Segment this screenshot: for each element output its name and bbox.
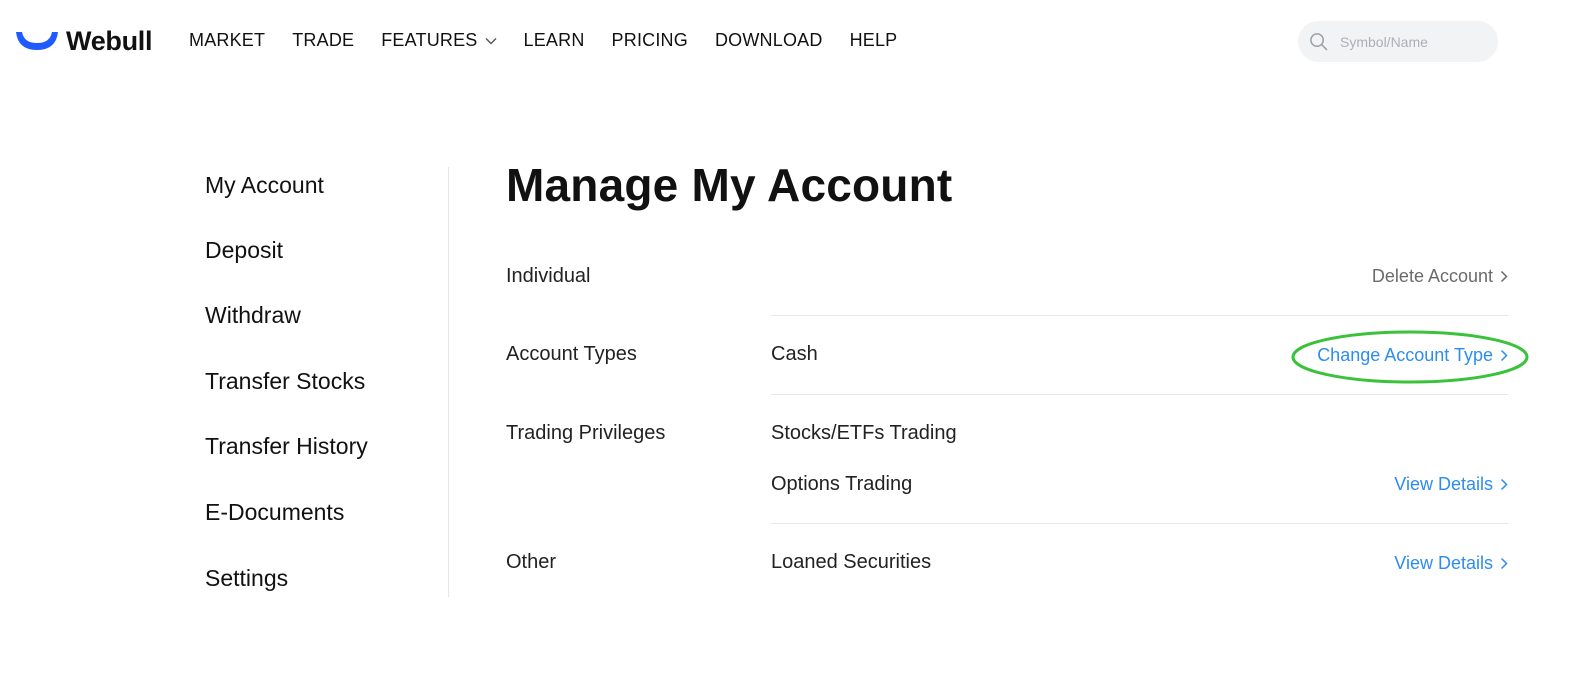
account-owner-type: Individual	[506, 265, 591, 287]
account-sidebar: My Account Deposit Withdraw Transfer Sto…	[205, 167, 449, 597]
nav-item-features[interactable]: FEATURES	[381, 30, 497, 51]
divider	[771, 315, 1508, 316]
divider	[771, 394, 1508, 395]
chevron-right-icon	[1500, 557, 1508, 570]
delete-account-link[interactable]: Delete Account	[1372, 266, 1508, 287]
nav-label: DOWNLOAD	[714, 30, 823, 50]
nav-label: MARKET	[189, 30, 266, 50]
sidebar-item-e-documents[interactable]: E-Documents	[205, 499, 344, 526]
nav-label: PRICING	[611, 30, 688, 50]
nav-item-pricing[interactable]: PRICING	[612, 30, 688, 51]
link-label: Change Account Type	[1317, 345, 1493, 365]
sidebar-item-transfer-stocks[interactable]: Transfer Stocks	[205, 368, 365, 395]
link-label: Delete Account	[1371, 266, 1493, 286]
account-types-label: Account Types	[506, 343, 637, 365]
webull-logo[interactable]: Webull	[14, 25, 153, 56]
sidebar-item-my-account[interactable]: My Account	[205, 172, 324, 199]
change-account-type-link[interactable]: Change Account Type	[1317, 345, 1508, 366]
options-trading-value: Options Trading	[771, 473, 913, 495]
top-nav-bar: Webull MARKET TRADE FEATURES LEARN PRICI…	[0, 0, 1585, 84]
chevron-down-icon	[485, 37, 497, 44]
search-input[interactable]	[1340, 33, 1490, 50]
nav-label: HELP	[849, 30, 898, 50]
search-box[interactable]	[1298, 21, 1498, 62]
sidebar-item-deposit[interactable]: Deposit	[205, 237, 283, 264]
main-nav: MARKET TRADE FEATURES LEARN PRICING DOWN…	[189, 30, 924, 51]
loaned-securities-view-details-link[interactable]: View Details	[1394, 553, 1508, 574]
chevron-right-icon	[1500, 349, 1508, 362]
logo-text: Webull	[66, 25, 153, 56]
nav-item-market[interactable]: MARKET	[189, 30, 265, 51]
nav-item-trade[interactable]: TRADE	[292, 30, 354, 51]
loaned-securities-value: Loaned Securities	[771, 551, 932, 573]
trading-privileges-label: Trading Privileges	[506, 422, 666, 444]
nav-label: FEATURES	[381, 30, 478, 50]
chevron-right-icon	[1500, 478, 1508, 491]
account-type-value: Cash	[771, 343, 818, 365]
nav-label: TRADE	[292, 30, 355, 50]
sidebar-item-transfer-history[interactable]: Transfer History	[205, 433, 368, 460]
link-label: View Details	[1394, 553, 1493, 573]
stocks-etfs-trading-value: Stocks/ETFs Trading	[771, 422, 957, 444]
other-label: Other	[506, 551, 557, 573]
options-view-details-link[interactable]: View Details	[1394, 474, 1508, 495]
link-label: View Details	[1394, 474, 1493, 494]
nav-item-help[interactable]: HELP	[850, 30, 898, 51]
webull-logo-icon	[16, 32, 58, 50]
nav-item-download[interactable]: DOWNLOAD	[715, 30, 823, 51]
chevron-right-icon	[1500, 270, 1508, 283]
page-title: Manage My Account	[506, 159, 953, 211]
nav-label: LEARN	[523, 30, 585, 50]
nav-item-learn[interactable]: LEARN	[524, 30, 585, 51]
search-icon	[1310, 33, 1328, 51]
sidebar-item-withdraw[interactable]: Withdraw	[205, 302, 301, 329]
divider	[771, 523, 1508, 524]
sidebar-item-settings[interactable]: Settings	[205, 565, 288, 592]
